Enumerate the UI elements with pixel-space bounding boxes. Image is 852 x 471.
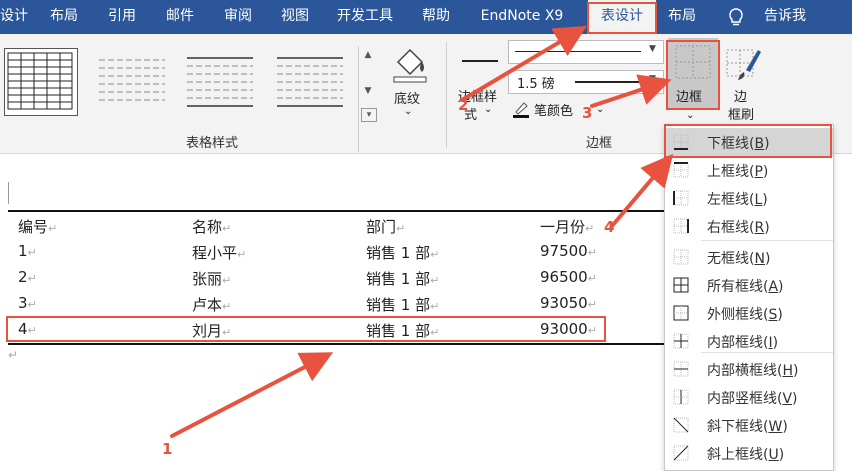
highlight-bottom-border-item	[664, 124, 832, 158]
annotation-number-3: 3	[582, 104, 593, 122]
annotation-number-4: 4	[604, 218, 615, 236]
annotation-arrows	[170, 25, 674, 438]
highlight-table-row-4	[6, 316, 606, 342]
annotation-number-2: 2	[458, 96, 469, 114]
highlight-borders-button	[666, 40, 720, 110]
annotation-number-1: 1	[162, 440, 173, 458]
highlight-table-design-tab	[587, 2, 657, 34]
